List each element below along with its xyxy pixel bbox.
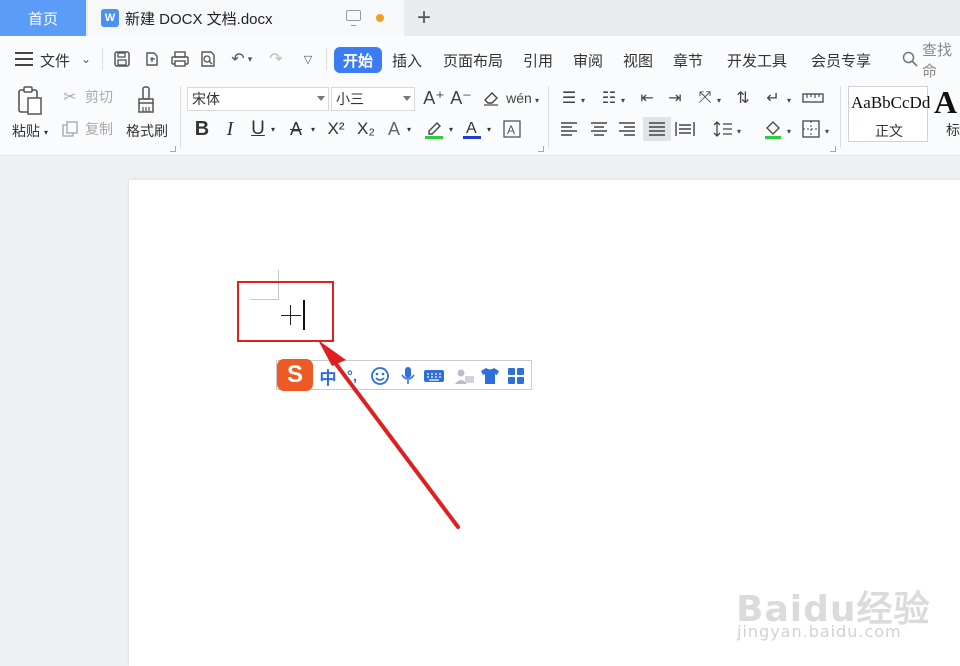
annotation-arrow xyxy=(318,340,460,529)
wps-writer-window: 首页 W 新建 DOCX 文档.docx + 文件 ⌄ ↶ ▾ ↷ ▽ 开始 插… xyxy=(0,0,960,666)
baidu-watermark-url: jingyan.baidu.com xyxy=(737,622,902,641)
